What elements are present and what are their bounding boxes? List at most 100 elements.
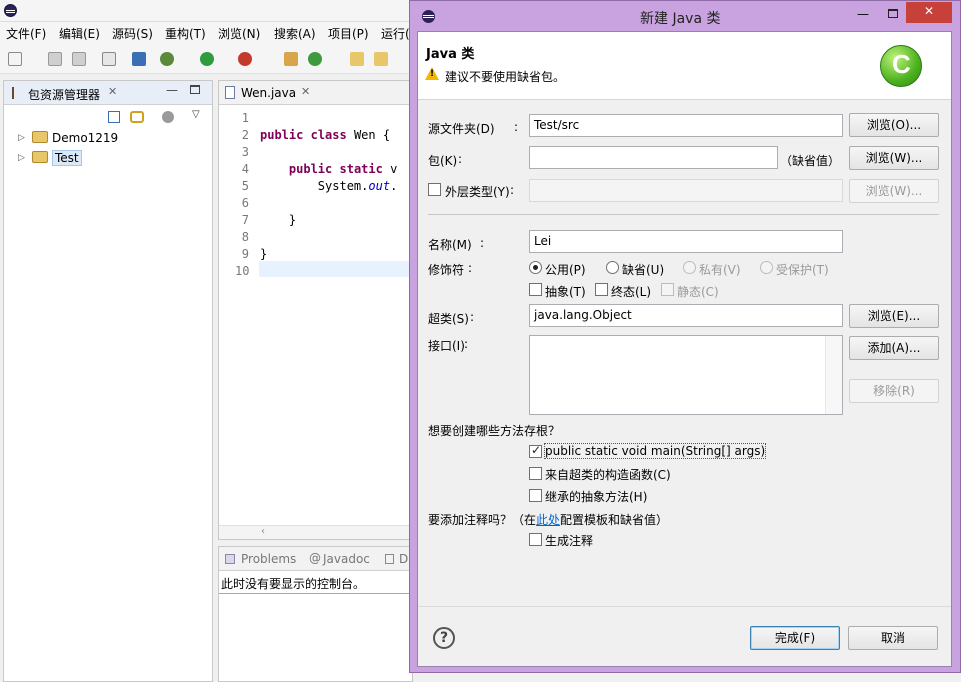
console-panel: Problems @ Javadoc D 此时没有要显示的控制台。	[218, 546, 413, 682]
stub-main-checkbox[interactable]	[529, 443, 542, 458]
modifier-public-label: 公用(P)	[545, 263, 586, 277]
source-folder-input[interactable]: Test/src	[529, 114, 843, 137]
minimize-icon[interactable]: —	[166, 83, 178, 97]
menu-refactor[interactable]: 重构(T)	[165, 25, 206, 42]
modifier-protected-label: 受保护(T)	[776, 263, 829, 277]
binary-icon[interactable]	[102, 52, 116, 66]
expand-arrow-icon[interactable]: ▷	[18, 149, 25, 167]
stub-constructors-checkbox[interactable]	[529, 467, 542, 480]
hierarchy-icon	[12, 87, 22, 99]
menu-file[interactable]: 文件(F)	[6, 25, 46, 42]
current-line-highlight	[259, 261, 412, 277]
console-message: 此时没有要显示的控制台。	[221, 577, 366, 591]
line-number: 9	[241, 247, 249, 261]
close-tab-icon[interactable]: ✕	[301, 85, 310, 98]
generate-comments-checkbox[interactable]	[529, 533, 542, 546]
stubs-question: 想要创建哪些方法存根？	[428, 424, 561, 438]
footer-separator	[418, 606, 951, 607]
modifier-default-radio[interactable]	[606, 261, 619, 274]
package-input[interactable]	[529, 146, 778, 169]
line-number: 2	[241, 128, 249, 142]
browse-package-button[interactable]: 浏览(W)...	[849, 146, 939, 170]
interfaces-list[interactable]	[529, 335, 843, 415]
save-all-icon[interactable]	[72, 52, 86, 66]
modifier-final-label: 终态(L)	[611, 285, 652, 299]
stub-abstract-label: 继承的抽象方法(H)	[545, 490, 648, 504]
javadoc-icon: @	[309, 551, 321, 565]
label-colon: :	[480, 236, 485, 250]
dialog-titlebar[interactable]: 新建 Java 类 — ✕	[410, 1, 960, 31]
stub-abstract-checkbox[interactable]	[529, 489, 542, 502]
declaration-icon	[385, 554, 394, 564]
link-editor-icon[interactable]	[130, 111, 144, 123]
line-number: 3	[241, 145, 249, 159]
menu-source[interactable]: 源码(S)	[112, 25, 153, 42]
tree-item-project[interactable]: ▷ Demo1219	[18, 129, 118, 147]
modifier-protected-radio	[760, 261, 773, 274]
cancel-button[interactable]: 取消	[848, 626, 938, 650]
menu-project[interactable]: 项目(P)	[328, 25, 369, 42]
dialog-banner: Java 类 ! 建议不要使用缺省包。 C	[418, 32, 951, 100]
menu-search[interactable]: 搜索(A)	[274, 25, 316, 42]
modifier-final-checkbox[interactable]	[595, 283, 608, 296]
code-area[interactable]: 1 2 public class Wen {3 4 public static v5 …	[219, 105, 412, 525]
menu-navigate[interactable]: 浏览(N)	[218, 25, 260, 42]
project-name: Test	[52, 150, 82, 166]
stub-main-label: public static void main(String[] args)	[543, 443, 767, 459]
menu-run[interactable]: 运行(	[381, 25, 410, 42]
project-name: Demo1219	[52, 131, 119, 145]
expand-arrow-icon[interactable]: ▷	[18, 129, 25, 147]
tree-item-project[interactable]: ▷ Test	[18, 149, 82, 167]
open-type-icon[interactable]	[350, 52, 364, 66]
save-icon[interactable]	[48, 52, 62, 66]
view-menu-icon[interactable]: ▽	[192, 109, 200, 120]
tab-javadoc[interactable]: Javadoc	[323, 552, 370, 566]
minimize-window-button[interactable]: —	[850, 5, 876, 26]
close-tab-icon[interactable]: ✕	[108, 85, 117, 98]
browse-source-folder-button[interactable]: 浏览(O)...	[849, 113, 939, 137]
name-label: 名称(M)	[428, 238, 472, 252]
enclosing-type-input	[529, 179, 843, 202]
package-explorer-panel: 包资源管理器 ✕ — ▽ ▷ Demo1219 ▷ Test	[3, 80, 213, 682]
tab-declaration[interactable]: D	[399, 552, 408, 566]
modifiers-label: 修饰符	[428, 263, 465, 277]
modifier-abstract-checkbox[interactable]	[529, 283, 542, 296]
run-icon[interactable]	[200, 52, 214, 66]
run-external-icon[interactable]	[238, 52, 252, 66]
close-window-button[interactable]: ✕	[906, 2, 952, 23]
maximize-window-button[interactable]	[880, 5, 906, 26]
new-class-icon[interactable]	[308, 52, 322, 66]
line-number: 1	[241, 111, 249, 125]
modifier-static-label: 静态(C)	[677, 285, 719, 299]
enclosing-type-checkbox[interactable]	[428, 183, 441, 196]
line-number: 5	[241, 179, 249, 193]
editor-tab[interactable]: Wen.java ✕	[219, 81, 412, 105]
modifier-abstract-label: 抽象(T)	[545, 285, 586, 299]
collapse-all-icon[interactable]	[108, 111, 120, 123]
package-explorer-tab[interactable]: 包资源管理器 ✕ —	[4, 81, 212, 105]
debug-icon[interactable]	[160, 52, 174, 66]
console-tabbar: Problems @ Javadoc D	[219, 547, 412, 571]
add-interface-button[interactable]: 添加(A)...	[849, 336, 939, 360]
pin-icon[interactable]	[132, 52, 146, 66]
modifier-public-radio[interactable]	[529, 261, 542, 274]
enclosing-type-label: 外层类型(Y)	[445, 185, 510, 199]
menu-edit[interactable]: 编辑(E)	[59, 25, 100, 42]
tab-problems[interactable]: Problems	[241, 552, 296, 566]
maximize-icon[interactable]	[190, 85, 200, 94]
open-task-icon[interactable]	[374, 52, 388, 66]
finish-button[interactable]: 完成(F)	[750, 626, 840, 650]
editor-tab-label: Wen.java	[241, 86, 297, 100]
eclipse-logo-icon	[4, 4, 17, 17]
interfaces-list-scrollbar[interactable]	[825, 336, 842, 414]
class-name-input[interactable]: Lei	[529, 230, 843, 253]
horizontal-scrollbar[interactable]: ‹	[219, 525, 412, 539]
new-java-class-dialog: 新建 Java 类 — ✕ Java 类 ! 建议不要使用缺省包。 C 源文件夹…	[409, 0, 961, 673]
new-package-icon[interactable]	[284, 52, 298, 66]
superclass-input[interactable]: java.lang.Object	[529, 304, 843, 327]
filter-icon[interactable]	[162, 111, 174, 123]
browse-superclass-button[interactable]: 浏览(E)...	[849, 304, 939, 328]
comments-configure-link[interactable]: 此处	[536, 513, 560, 527]
help-icon[interactable]: ?	[433, 627, 455, 649]
new-icon[interactable]	[8, 52, 22, 66]
